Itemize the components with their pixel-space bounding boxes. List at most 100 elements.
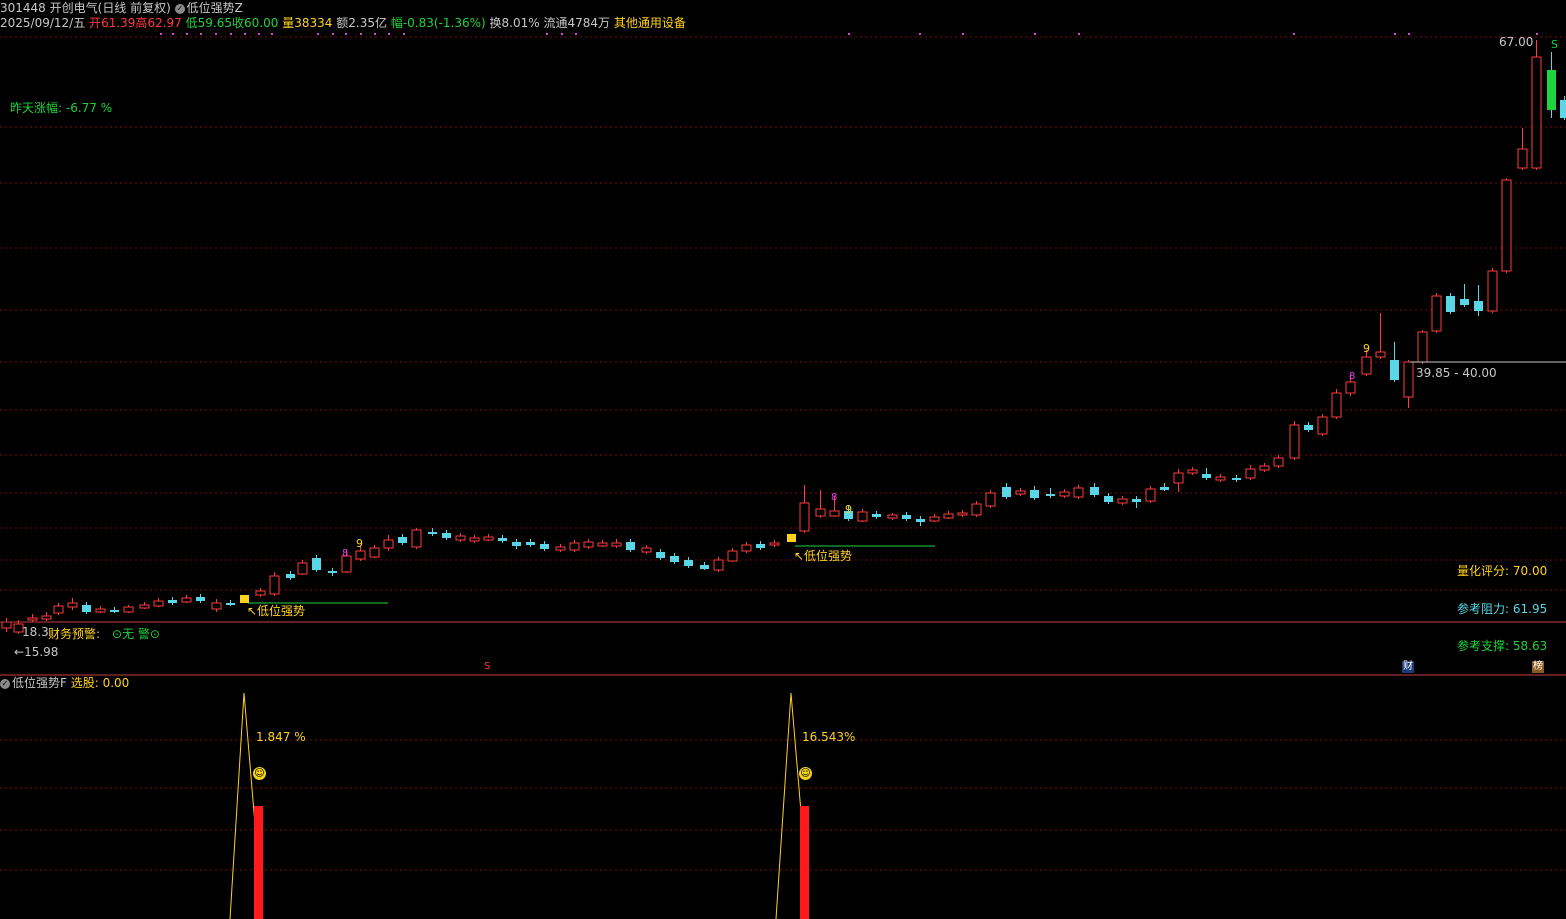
finance-event-badge[interactable]: 财 [1402,661,1414,673]
turnover-value: 8.01% [501,16,540,30]
sub-indicator-toggle-icon[interactable]: ✓ [0,678,10,689]
candle-body [1090,487,1099,495]
candle-body [1517,148,1528,169]
indicator-name[interactable]: 低位强势Z [187,1,243,15]
candle-body [153,600,164,607]
candle-body [597,542,608,547]
candle-body [769,542,780,546]
ranking-event-badge[interactable]: 榜 [1532,661,1544,673]
ref-support: 参考支撑: 58.63 [1457,639,1548,653]
count-9-a: 9 [356,537,363,550]
candle-body [428,532,437,534]
candle-body [1145,488,1156,502]
candle-body [483,536,494,541]
candle-body [1361,356,1372,375]
chart-overlays [0,361,1566,919]
warning-text: 无 警 [122,627,150,641]
candle-body [713,559,724,571]
candle-body [1446,296,1455,312]
candle-body [369,547,380,558]
candle-body [383,539,394,549]
volume-label: 量 [282,16,295,30]
kline-chart[interactable] [0,0,1566,919]
top-marker [575,33,577,35]
top-marker [271,33,273,35]
candle-body [269,575,280,595]
candle-body [641,547,652,553]
candle-body [181,597,192,603]
candle-body [611,542,622,547]
sub-indicator-name[interactable]: 低位强势F [12,676,67,690]
candle-body [498,538,507,541]
smile-icon: ☺ [799,767,812,780]
candle-body [1331,392,1342,418]
range-label: 39.85 - 40.00 [1416,366,1497,380]
top-marker [186,33,188,35]
stock-code: 301448 [0,1,46,15]
min-price-value: 15.98 [24,645,59,659]
volume-value: 38334 [294,16,333,30]
candle-body [67,602,78,608]
top-marker [160,33,162,35]
close-value: 60.00 [244,16,279,30]
candle-body [1460,299,1469,305]
candle-body [1187,469,1198,474]
sector-label[interactable]: 其他通用设备 [614,16,686,30]
signal-label-1: ↖低位强势 [247,604,306,618]
top-marker [332,33,334,35]
candle-body [1289,424,1300,459]
candle-body [196,597,205,601]
candle-body [312,558,321,570]
candle-body [727,550,738,562]
candle-body [442,533,451,538]
close-label: 收 [232,16,245,30]
candle-body [139,604,150,609]
candle-body [1317,416,1328,435]
low-value: 59.65 [197,16,232,30]
candle-body [1375,351,1386,358]
candle-body [799,502,810,532]
top-marker [317,33,319,35]
smile-icon: ☺ [253,767,266,780]
count-8-b: 8 [831,492,838,503]
candle-body [756,544,765,548]
change-value: -0.83(-1.36%) [402,16,486,30]
candle-body [957,512,968,516]
candlesticks [1,40,1566,634]
high-label: 高 [135,16,148,30]
sub-peak-line-1 [229,692,259,919]
candle-body [1259,465,1270,471]
min-price-label: ←15.98 [14,645,59,659]
candle-body [1215,476,1226,481]
turnover-label: 换 [489,16,502,30]
sub-pct-2: 16.543% [802,730,855,744]
sub-pct-1: 1.847 % [256,730,306,744]
candle-body [1059,491,1070,497]
quant-score: 量化评分: 70.00 [1457,564,1548,578]
candle-body [27,617,38,621]
top-marker [345,33,347,35]
candle-body [53,605,64,614]
stock-name: 开创电气 [49,1,98,15]
candle-body [1160,487,1169,490]
indicator-toggle-icon[interactable]: ✓ [174,3,185,14]
candle-body [943,513,954,519]
top-marker [200,33,202,35]
candle-body [684,560,693,566]
sub-pct-2-unit: % [844,730,856,744]
price-grid [0,33,1566,871]
top-marker [230,33,232,35]
top-marker [962,33,964,35]
candle-body [916,519,925,522]
candle-body [700,565,709,569]
candle-body [1104,496,1113,502]
candle-body [1487,270,1498,312]
candle-body [226,603,235,605]
event-s-marker[interactable]: S [484,661,490,672]
candle-body [255,590,266,596]
candle-body [857,511,868,522]
signal-box-2 [787,534,796,542]
count-9-c: 9 [1363,342,1370,355]
signal-label-2: ↖低位强势 [794,549,853,563]
candle-body [985,492,996,507]
